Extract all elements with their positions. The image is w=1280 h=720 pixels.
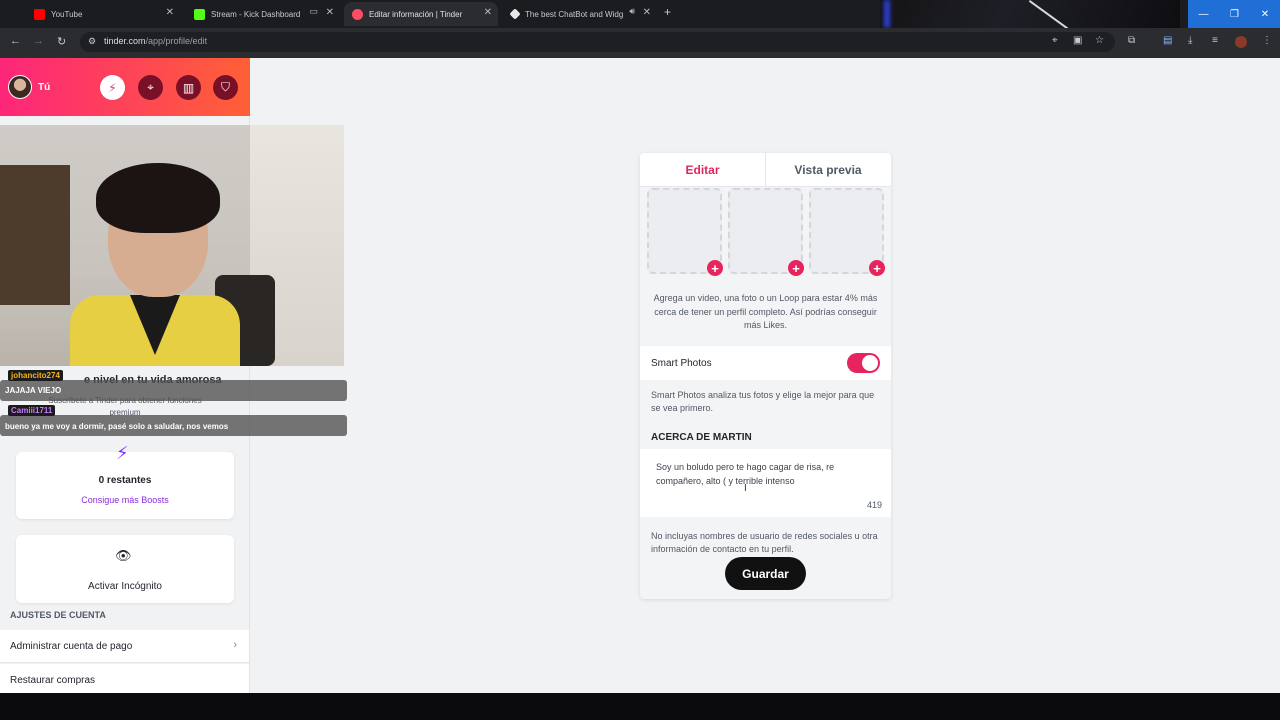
bolt-icon: ⚡︎ xyxy=(116,443,129,463)
restore-purchases-label: Restaurar compras xyxy=(10,675,96,686)
close-icon[interactable]: ✕ xyxy=(643,7,651,18)
profile-avatar-icon[interactable] xyxy=(1235,36,1247,48)
shield-icon[interactable]: ⛉ xyxy=(213,75,238,100)
url-host: tinder.com xyxy=(104,36,146,46)
tab-title: The best ChatBot and Widg xyxy=(525,9,624,19)
webcam-hair xyxy=(96,163,220,233)
tab-tinder[interactable]: Editar información | Tinder ✕ xyxy=(344,2,498,26)
account-settings-title: AJUSTES DE CUENTA xyxy=(10,610,106,620)
eye-slash-icon: 👁︎ xyxy=(115,548,132,563)
avatar[interactable] xyxy=(8,75,32,99)
webcam-overlay xyxy=(0,125,344,366)
add-media-icon[interactable]: + xyxy=(788,260,804,276)
url-path: /app/profile/edit xyxy=(145,36,208,46)
compass-icon[interactable]: ⌖ xyxy=(138,75,163,100)
kick-icon xyxy=(194,8,205,20)
bio-text[interactable]: Soy un boludo pero te hago cagar de risa… xyxy=(656,460,878,488)
back-icon[interactable]: ← xyxy=(10,35,21,47)
location-icon[interactable]: ⌖ xyxy=(1052,35,1058,46)
smart-photos-description: Smart Photos analiza tus fotos y elige l… xyxy=(651,390,875,413)
minimize-button[interactable]: — xyxy=(1188,0,1219,28)
tab-chatbot[interactable]: The best ChatBot and Widg 🔊︎ ✕ xyxy=(503,2,657,26)
close-icon[interactable]: ✕ xyxy=(166,7,174,18)
chat-username: Camiii1711 xyxy=(8,405,56,416)
tab-title: Stream - Kick Dashboard xyxy=(211,9,301,19)
restore-purchases-row[interactable]: Restaurar compras xyxy=(0,664,249,693)
chat-username: johancito274 xyxy=(8,370,63,381)
sidebar-icon[interactable]: ▤ xyxy=(1163,35,1172,46)
forward-icon[interactable]: → xyxy=(33,35,44,47)
url-text[interactable]: tinder.com/app/profile/edit xyxy=(104,36,207,46)
bolt-icon[interactable]: ⚡︎ xyxy=(100,75,125,100)
smart-photos-toggle[interactable] xyxy=(847,353,880,373)
cast-icon: ▭ xyxy=(309,6,318,16)
new-tab-button[interactable]: + xyxy=(664,5,671,19)
briefcase-icon[interactable]: ▥ xyxy=(176,75,201,100)
chat-message-text: bueno ya me voy a dormir, pasé solo a sa… xyxy=(5,422,229,431)
webcam-shelf xyxy=(0,165,70,305)
media-control-icon[interactable]: ≡ xyxy=(1212,35,1218,46)
incognito-label[interactable]: Activar Incógnito xyxy=(16,581,234,592)
close-icon[interactable]: ✕ xyxy=(326,7,334,18)
bio-remaining-count: 419 xyxy=(866,500,882,510)
manage-payment-label: Administrar cuenta de pago xyxy=(10,641,133,652)
tab-title: YouTube xyxy=(51,9,83,19)
bookmark-star-icon[interactable]: ☆ xyxy=(1095,35,1104,46)
chat-message: JAJAJA VIEJO xyxy=(0,380,347,401)
address-bar[interactable] xyxy=(80,32,1115,52)
chevron-right-icon: › xyxy=(233,639,237,651)
editor-tabs: Editar Vista previa xyxy=(640,153,891,187)
close-icon[interactable]: ✕ xyxy=(484,7,492,18)
install-app-icon[interactable]: ▣ xyxy=(1073,35,1082,46)
chatbot-icon xyxy=(509,8,521,20)
restore-button[interactable]: ❐ xyxy=(1219,0,1250,28)
close-window-button[interactable]: ✕ xyxy=(1250,0,1280,28)
toggle-knob xyxy=(862,355,878,371)
boost-count: 0 restantes xyxy=(98,475,152,486)
extensions-icon[interactable]: ⧉ xyxy=(1128,35,1135,46)
add-media-icon[interactable]: + xyxy=(707,260,723,276)
incognito-card[interactable] xyxy=(16,535,234,603)
tab-kick-dashboard[interactable]: Stream - Kick Dashboard ▭ ✕ xyxy=(186,2,340,26)
tab-preview[interactable]: Vista previa xyxy=(765,153,890,187)
reload-icon[interactable]: ↻ xyxy=(57,35,66,48)
profile-label[interactable]: Tú xyxy=(38,82,50,93)
about-me-title: ACERCA DE MARTIN xyxy=(651,432,752,443)
chat-message: bueno ya me voy a dormir, pasé solo a sa… xyxy=(0,415,347,436)
speaker-icon[interactable]: 🔊︎ xyxy=(629,6,635,17)
desktop-background-glow xyxy=(884,0,890,28)
get-boosts-link[interactable]: Consigue más Boosts xyxy=(16,495,234,505)
profile-editor: Editar Vista previa + + + Agrega un vide… xyxy=(640,153,891,599)
tab-youtube[interactable]: YouTube ✕ xyxy=(26,2,180,26)
chat-message-text: JAJAJA VIEJO xyxy=(5,386,62,395)
download-icon[interactable]: ⤓ xyxy=(1188,35,1192,46)
text-cursor-icon: I xyxy=(744,483,747,494)
smart-photos-label: Smart Photos xyxy=(651,358,712,369)
menu-icon[interactable]: ⋮ xyxy=(1262,35,1272,46)
tab-title: Editar información | Tinder xyxy=(369,9,463,19)
contact-info-warning: No incluyas nombres de usuario de redes … xyxy=(651,531,878,554)
site-info-icon[interactable]: ⚙ xyxy=(88,36,96,47)
youtube-icon xyxy=(34,8,45,20)
add-media-icon[interactable]: + xyxy=(869,260,885,276)
tinder-flame-icon xyxy=(352,8,363,20)
tab-edit[interactable]: Editar xyxy=(640,153,765,187)
manage-payment-row[interactable]: Administrar cuenta de pago › xyxy=(0,630,249,663)
save-button[interactable]: Guardar xyxy=(725,557,806,590)
media-hint: Agrega un video, una foto o un Loop para… xyxy=(653,293,878,330)
taskbar-strip xyxy=(0,693,1280,720)
